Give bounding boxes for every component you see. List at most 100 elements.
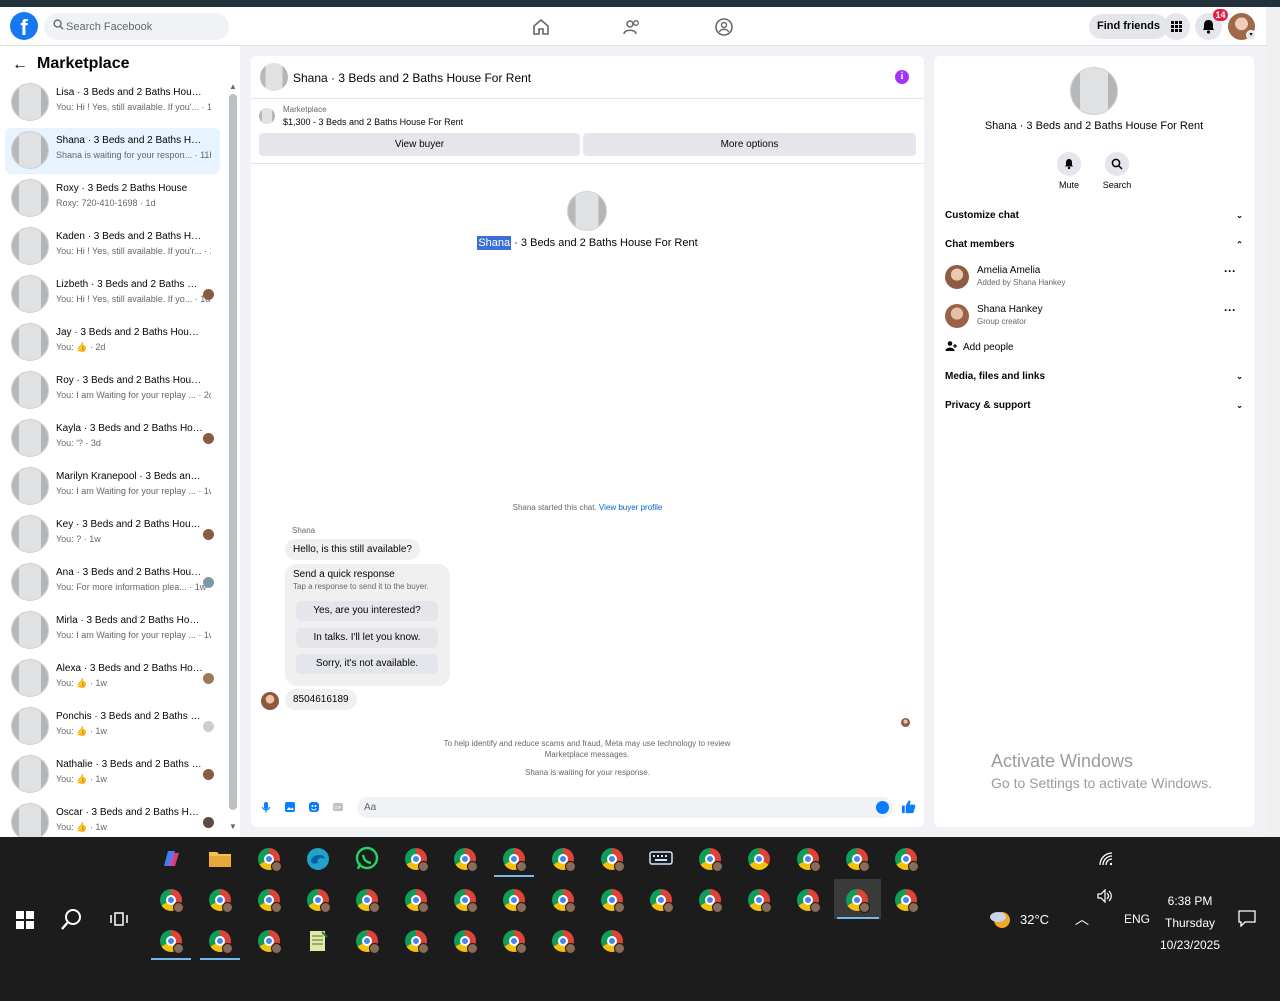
facebook-logo[interactable]: f — [10, 12, 38, 40]
conversation-item[interactable]: Roy · 3 Beds and 2 Baths House For Rent Y… — [5, 368, 220, 414]
mute-button[interactable]: Mute — [1049, 152, 1089, 190]
keyboard-icon[interactable] — [648, 846, 674, 872]
conversation-item[interactable]: Lizbeth · 3 Beds and 2 Baths House For R… — [5, 272, 220, 318]
gif-icon[interactable]: GIF — [332, 801, 344, 813]
page-scrollbar[interactable] — [1266, 7, 1280, 837]
chrome-icon[interactable] — [599, 846, 625, 872]
more-icon[interactable]: ··· — [1224, 264, 1236, 278]
conversation-item[interactable]: Key · 3 Beds and 2 Baths House For Rent Y… — [5, 512, 220, 558]
sticker-icon[interactable] — [308, 801, 320, 813]
thumbs-up-icon[interactable] — [901, 799, 916, 814]
chrome-icon[interactable] — [207, 928, 233, 954]
sender-avatar[interactable] — [261, 692, 279, 710]
member-avatar[interactable] — [945, 265, 969, 289]
chrome-icon[interactable] — [795, 887, 821, 913]
scrollbar-thumb[interactable] — [229, 94, 237, 810]
chrome-icon[interactable] — [501, 846, 527, 872]
chrome-icon[interactable] — [158, 887, 184, 913]
listing-thumbnail[interactable] — [260, 63, 288, 91]
chrome-icon[interactable] — [305, 887, 331, 913]
listing-price-title[interactable]: $1,300 - 3 Beds and 2 Baths House For Re… — [283, 117, 463, 127]
conversation-item[interactable]: Jay · 3 Beds and 2 Baths House For Rent Y… — [5, 320, 220, 366]
chrome-icon[interactable] — [746, 846, 772, 872]
home-icon[interactable] — [531, 17, 551, 37]
search-conversation-button[interactable]: Search — [1097, 152, 1137, 190]
chrome-icon[interactable] — [452, 846, 478, 872]
network-icon[interactable] — [1099, 852, 1115, 866]
more-options-button[interactable]: More options — [583, 133, 916, 156]
chrome-icon[interactable] — [746, 887, 772, 913]
groups-icon[interactable] — [714, 17, 734, 37]
chrome-icon[interactable] — [599, 887, 625, 913]
chrome-icon[interactable] — [599, 928, 625, 954]
view-buyer-button[interactable]: View buyer — [259, 133, 580, 156]
chrome-icon[interactable] — [550, 928, 576, 954]
message-input[interactable] — [357, 797, 893, 818]
quick-response-button[interactable]: In talks. I'll let you know. — [296, 628, 438, 648]
info-icon[interactable]: i — [895, 70, 909, 84]
menu-button[interactable] — [1163, 13, 1190, 40]
chrome-icon[interactable] — [893, 846, 919, 872]
chrome-icon[interactable] — [893, 887, 919, 913]
media-files-row[interactable]: Media, files and links ⌄ — [945, 368, 1243, 386]
chrome-icon[interactable] — [403, 846, 429, 872]
chrome-icon[interactable] — [403, 887, 429, 913]
chrome-icon[interactable] — [354, 887, 380, 913]
message-bubble[interactable]: 8504616189 — [285, 689, 357, 710]
conversation-item[interactable]: Lisa · 3 Beds and 2 Baths House For Rent… — [5, 80, 220, 126]
temperature[interactable]: 32°C — [1020, 912, 1049, 927]
find-friends-button[interactable]: Find friends — [1089, 14, 1168, 39]
chrome-icon[interactable] — [256, 846, 282, 872]
chrome-icon[interactable] — [452, 887, 478, 913]
chevron-down-icon[interactable]: ▾ — [1246, 30, 1256, 40]
scroll-up-arrow-icon[interactable]: ▲ — [229, 82, 237, 91]
whatsapp-icon[interactable] — [354, 846, 380, 872]
conversation-item-active[interactable]: Shana · 3 Beds and 2 Baths House For Ren… — [5, 128, 220, 174]
chrome-icon[interactable] — [207, 887, 233, 913]
taskbar-search-icon[interactable] — [60, 907, 84, 931]
chrome-icon[interactable] — [550, 887, 576, 913]
chrome-icon[interactable] — [550, 846, 576, 872]
member-row[interactable]: Shana Hankey Group creator ··· — [945, 301, 1243, 337]
chrome-icon[interactable] — [844, 887, 870, 913]
quick-response-button[interactable]: Yes, are you interested? — [296, 601, 438, 621]
language-indicator[interactable]: ENG — [1124, 912, 1150, 926]
chrome-icon[interactable] — [501, 928, 527, 954]
more-icon[interactable]: ··· — [1224, 303, 1236, 317]
edge-icon[interactable] — [305, 846, 331, 872]
member-row[interactable]: Amelia Amelia Added by Shana Hankey ··· — [945, 262, 1243, 298]
microphone-icon[interactable] — [260, 801, 272, 813]
volume-icon[interactable] — [1097, 889, 1113, 903]
conversation-item[interactable]: Mirla · 3 Beds and 2 Baths House For Ren… — [5, 608, 220, 654]
listing-thumbnail[interactable] — [259, 108, 275, 124]
conversation-item[interactable]: Roxy · 3 Beds 2 Baths House Roxy: 720-410… — [5, 176, 220, 222]
chrome-icon[interactable] — [256, 928, 282, 954]
chat-title[interactable]: Shana · 3 Beds and 2 Baths House For Ren… — [293, 71, 531, 85]
chrome-icon[interactable] — [158, 928, 184, 954]
task-view-icon[interactable] — [110, 911, 128, 927]
message-bubble[interactable]: Hello, is this still available? — [285, 539, 420, 560]
customize-chat-row[interactable]: Customize chat ⌄ — [945, 207, 1243, 225]
notification-center-icon[interactable] — [1238, 910, 1256, 927]
search-input[interactable] — [66, 13, 224, 40]
conversation-item[interactable]: Nathalie · 3 Beds and 2 Baths House For … — [5, 752, 220, 798]
quick-response-button[interactable]: Sorry, it's not available. — [296, 654, 438, 674]
conversation-item[interactable]: Ponchis · 3 Beds and 2 Baths House For R… — [5, 704, 220, 750]
chrome-icon[interactable] — [501, 887, 527, 913]
chrome-icon[interactable] — [795, 846, 821, 872]
member-avatar[interactable] — [945, 304, 969, 328]
photo-icon[interactable] — [284, 801, 296, 813]
conversation-item[interactable]: Marilyn Kranepool · 3 Beds and 2 Baths H… — [5, 464, 220, 510]
conversation-item[interactable]: Kayla · 3 Beds and 2 Baths House For Ren… — [5, 416, 220, 462]
add-people-button[interactable]: Add people — [945, 340, 1014, 353]
chrome-icon[interactable] — [697, 887, 723, 913]
chevron-up-icon[interactable]: ︿ — [1075, 909, 1089, 929]
chrome-icon[interactable] — [844, 846, 870, 872]
friends-icon[interactable] — [622, 17, 642, 37]
conversation-item[interactable]: Ana · 3 Beds and 2 Baths House For Rent Y… — [5, 560, 220, 606]
chrome-icon[interactable] — [452, 928, 478, 954]
clock[interactable]: 6:38 PM Thursday 10/23/2025 — [1150, 890, 1230, 956]
file-explorer-icon[interactable] — [207, 846, 233, 872]
emoji-icon[interactable] — [876, 801, 889, 814]
chat-members-row[interactable]: Chat members ⌃ — [945, 236, 1243, 254]
